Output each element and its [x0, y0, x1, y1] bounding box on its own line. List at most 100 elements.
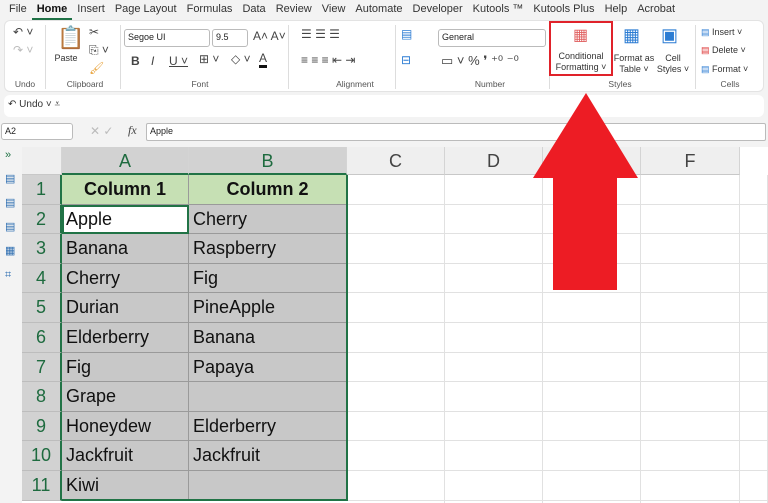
formula-input[interactable]: Apple	[146, 123, 766, 141]
paste-icon[interactable]: 📋	[57, 25, 84, 51]
align-top-icon[interactable]: ☰ ☰ ☰	[301, 27, 340, 41]
format-painter-icon[interactable]: 🖌	[89, 61, 104, 75]
paste-button[interactable]: Paste	[51, 53, 81, 64]
menu-tab-insert[interactable]: Insert	[72, 0, 110, 20]
group-number-label: Number	[474, 79, 506, 89]
table-cell[interactable]: PineApple	[189, 293, 347, 323]
format-as-table-button[interactable]: Format as Table ˅	[613, 53, 655, 75]
menu-tab-kutools-plus[interactable]: Kutools Plus	[528, 0, 599, 20]
row-header-4[interactable]: 4	[22, 263, 62, 294]
table-cell[interactable]: Kiwi	[62, 471, 189, 501]
table-cell[interactable]	[189, 382, 347, 412]
group-font-label: Font	[191, 79, 209, 89]
format-as-table-icon[interactable]: ▦	[623, 25, 640, 46]
cell-styles-icon[interactable]: ▣	[661, 25, 678, 46]
borders-icon[interactable]: ⊞ ˅	[199, 52, 219, 66]
menu-tab-help[interactable]: Help	[600, 0, 633, 20]
row-header-9[interactable]: 9	[22, 411, 62, 442]
table-cell[interactable]: Cherry	[62, 263, 189, 294]
table-cell[interactable]: Grape	[62, 382, 189, 412]
menu-tab-formulas[interactable]: Formulas	[182, 0, 238, 20]
cut-icon[interactable]: ✂	[89, 25, 99, 39]
format-cells-button[interactable]: ▤ Format ˅	[701, 64, 748, 75]
wrap-text-icon[interactable]: ▤	[401, 27, 412, 41]
column-header-d[interactable]: D	[445, 147, 543, 175]
font-name-select[interactable]: Segoe UI	[124, 29, 210, 47]
gridline	[347, 322, 768, 323]
row-header-5[interactable]: 5	[22, 293, 62, 323]
copy-icon[interactable]: ⎘ ˅	[89, 43, 109, 58]
table-cell[interactable]: Jackfruit	[189, 441, 347, 471]
column-header-c[interactable]: C	[347, 147, 445, 175]
table-cell[interactable]: Honeydew	[62, 411, 189, 442]
menu-tab-view[interactable]: View	[317, 0, 351, 20]
table-cell[interactable]	[189, 471, 347, 501]
menu-tab-page-layout[interactable]: Page Layout	[110, 0, 182, 20]
fx-icon[interactable]: fx	[128, 123, 137, 138]
group-alignment-label: Alignment	[336, 79, 374, 89]
table-header-cell[interactable]: Column 2	[189, 175, 347, 205]
qat-undo-button[interactable]: ↶ Undo ˅ ⩡	[8, 99, 60, 110]
gridline	[444, 175, 445, 503]
table-cell[interactable]: Cherry	[189, 204, 347, 235]
cell-styles-button[interactable]: Cell Styles ˅	[655, 53, 691, 75]
table-header-cell[interactable]: Column 1	[62, 175, 189, 205]
table-cell[interactable]: Papaya	[189, 352, 347, 383]
row-header-2[interactable]: 2	[22, 204, 62, 235]
merge-icon[interactable]: ⊟	[401, 53, 411, 67]
row-header-10[interactable]: 10	[22, 441, 62, 471]
align-left-icon[interactable]: ≡ ≡ ≡ ⇤ ⇥	[301, 53, 355, 67]
table-cell[interactable]: Durian	[62, 293, 189, 323]
cancel-confirm-icons[interactable]: ✕ ✓	[90, 124, 113, 138]
row-header-11[interactable]: 11	[22, 471, 62, 501]
column-header-f[interactable]: F	[641, 147, 740, 175]
redo-icon[interactable]: ↷ ˅	[13, 43, 33, 57]
side-tool-icons[interactable]: ▤ ▤ ▤ ▦ ⌗	[0, 163, 22, 291]
spreadsheet-grid[interactable]: ABCDEF1Column 1Column 22AppleCherry3Bana…	[22, 147, 768, 503]
italic-icon[interactable]: I	[151, 54, 154, 68]
menu-tab-file[interactable]: File	[4, 0, 32, 20]
font-color-icon[interactable]: A	[259, 52, 268, 68]
active-cell-a2[interactable]	[62, 204, 189, 235]
table-cell[interactable]: Banana	[62, 234, 189, 264]
table-cell[interactable]: Fig	[189, 263, 347, 294]
table-cell[interactable]: Banana	[189, 323, 347, 353]
menu-tab-acrobat[interactable]: Acrobat	[632, 0, 680, 20]
undo-icon[interactable]: ↶ ˅	[13, 25, 33, 39]
gridline	[347, 440, 768, 442]
table-cell[interactable]: Elderberry	[62, 323, 189, 353]
table-cell[interactable]: Raspberry	[189, 234, 347, 264]
menu-tab-kutools-[interactable]: Kutools ™	[468, 0, 529, 20]
delete-cells-button[interactable]: ▤ Delete ˅	[701, 45, 746, 56]
row-header-3[interactable]: 3	[22, 234, 62, 264]
increase-font-icon[interactable]: A˄ A˅	[253, 29, 286, 43]
conditional-formatting-label: Conditional Formatting ˅	[555, 51, 607, 72]
menu-tab-developer[interactable]: Developer	[408, 0, 468, 20]
table-cell[interactable]: Elderberry	[189, 411, 347, 442]
conditional-formatting-button[interactable]: ▦ Conditional Formatting ˅	[549, 21, 613, 76]
expand-icon[interactable]: »	[0, 147, 22, 163]
bold-icon[interactable]: B	[131, 54, 140, 68]
number-format-select[interactable]: General	[438, 29, 546, 47]
name-box[interactable]: A2	[1, 123, 73, 140]
select-all-corner[interactable]	[22, 147, 62, 175]
table-cell[interactable]: Fig	[62, 352, 189, 383]
menu-bar: File Home Insert Page Layout Formulas Data Rev…	[0, 0, 768, 20]
menu-tab-automate[interactable]: Automate	[350, 0, 407, 20]
row-header-7[interactable]: 7	[22, 352, 62, 383]
menu-tab-data[interactable]: Data	[237, 0, 270, 20]
font-size-select[interactable]: 9.5	[212, 29, 248, 47]
insert-cells-button[interactable]: ▤ Insert ˅	[701, 27, 742, 38]
fill-color-icon[interactable]: ◇ ˅	[231, 52, 251, 66]
accounting-percent-comma-icon[interactable]: ▭ ˅ % ❜ ⁺⁰ ⁻⁰	[441, 53, 519, 69]
menu-tab-review[interactable]: Review	[271, 0, 317, 20]
menu-tab-home[interactable]: Home	[31, 0, 73, 20]
underline-icon[interactable]: U ˅	[169, 54, 188, 68]
table-cell[interactable]: Jackfruit	[62, 441, 189, 471]
row-header-8[interactable]: 8	[22, 382, 62, 412]
column-header-a[interactable]: A	[62, 147, 189, 175]
column-header-b[interactable]: B	[189, 147, 347, 175]
red-arrow-annotation	[533, 93, 638, 290]
row-header-6[interactable]: 6	[22, 323, 62, 353]
row-header-1[interactable]: 1	[22, 175, 62, 205]
